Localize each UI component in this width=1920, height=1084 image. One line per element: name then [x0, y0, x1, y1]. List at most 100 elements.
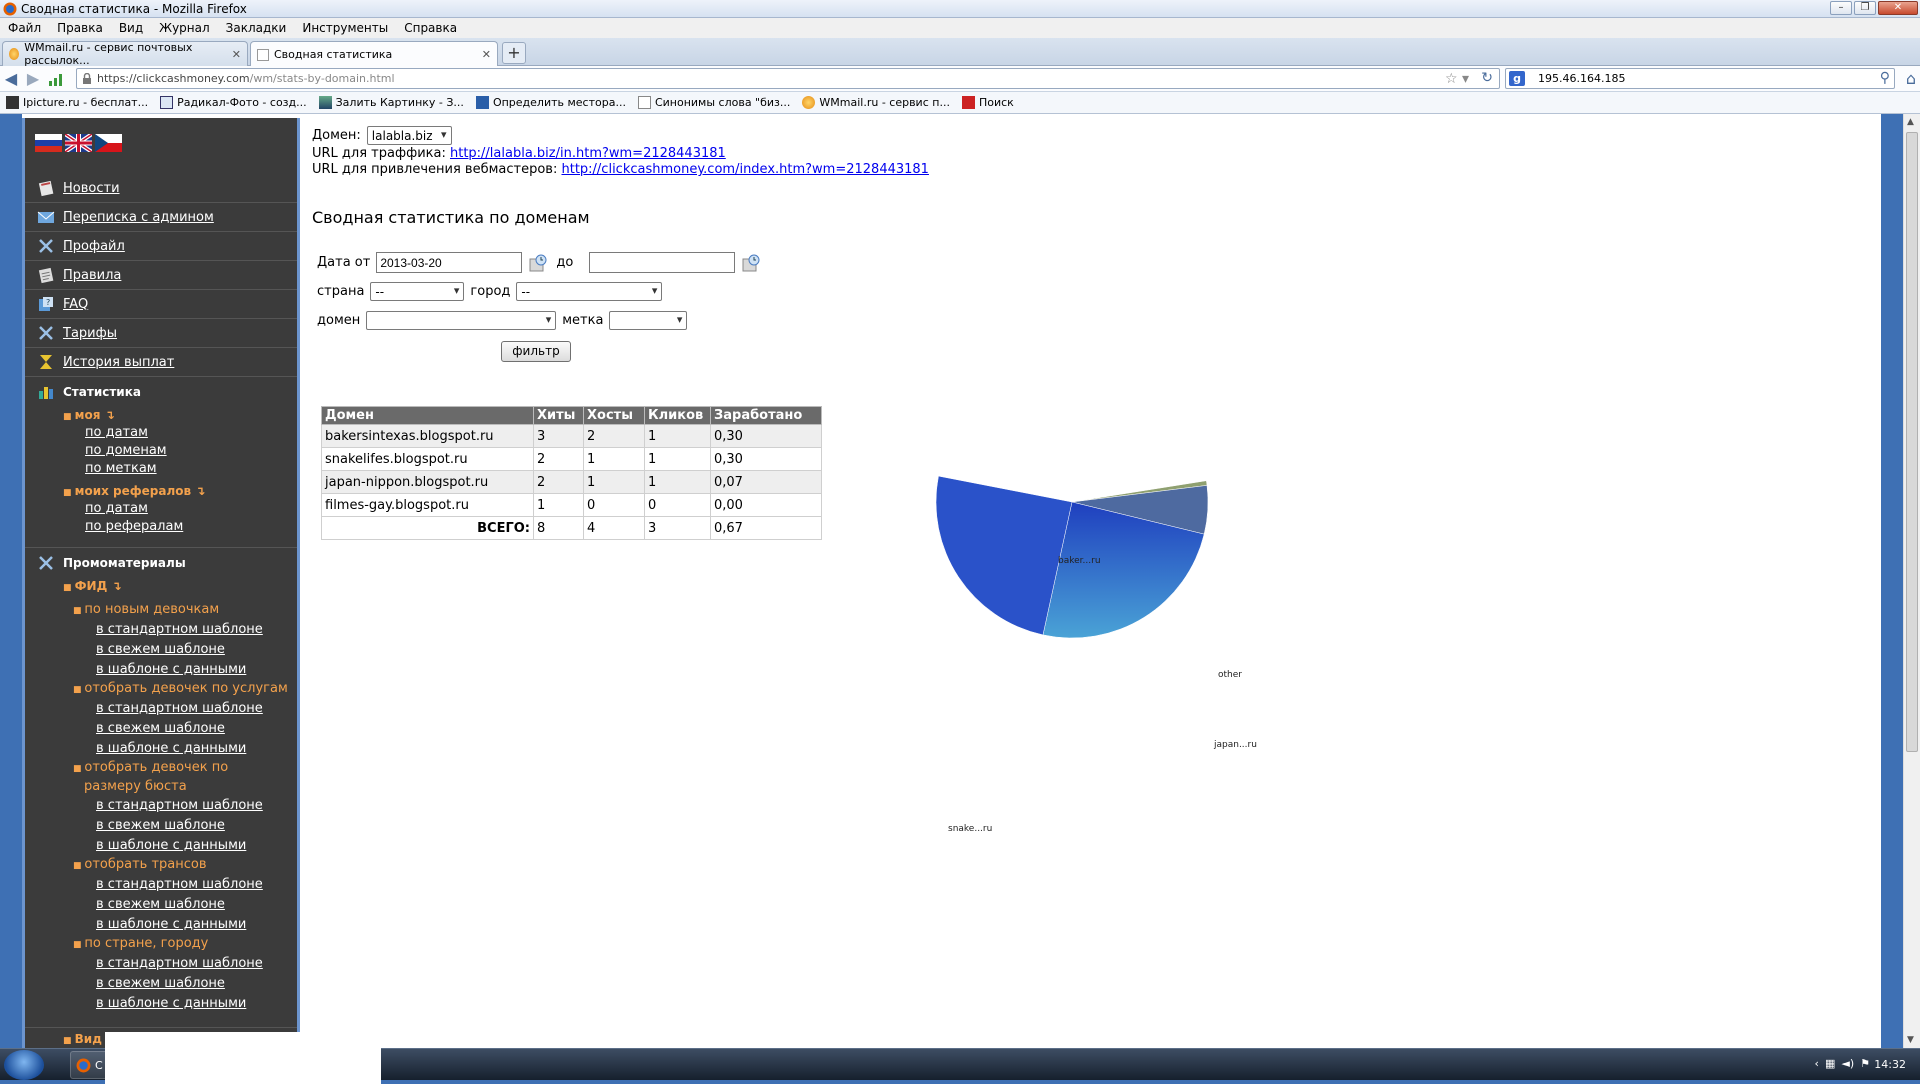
promo-group-title[interactable]: отобрать девочек по размеру бюста: [25, 759, 297, 796]
promo-link-text[interactable]: в стандартном шаблоне: [96, 956, 263, 971]
promo-link-text[interactable]: в стандартном шаблоне: [96, 701, 263, 716]
sidebar-item-profile[interactable]: Профайл: [25, 232, 297, 261]
sidebar-item-news[interactable]: Новости: [25, 174, 297, 203]
menu-history[interactable]: Журнал: [151, 21, 218, 35]
webmaster-url-link[interactable]: http://clickcashmoney.com/index.htm?wm=2…: [561, 162, 928, 177]
stats-refs-by-dates[interactable]: по датам: [25, 500, 297, 518]
tab-stats[interactable]: Сводная статистика ✕: [250, 41, 498, 67]
forward-arrow-icon[interactable]: ▶: [22, 69, 44, 88]
stats-my-header[interactable]: моя ↴: [25, 406, 297, 424]
sidebar-link-faq[interactable]: FAQ: [63, 297, 88, 312]
calendar-icon[interactable]: [528, 253, 548, 273]
uk-flag-icon[interactable]: [65, 134, 92, 152]
promo-group-title[interactable]: отобрать девочек по услугам: [25, 680, 297, 699]
menu-help[interactable]: Справка: [396, 21, 465, 35]
promo-link[interactable]: в шаблоне с данными: [25, 915, 297, 935]
promo-link-text[interactable]: в шаблоне с данными: [96, 996, 246, 1011]
google-icon[interactable]: g: [1509, 71, 1525, 86]
promo-link[interactable]: в шаблоне с данными: [25, 994, 297, 1014]
minimize-button[interactable]: –: [1830, 1, 1852, 15]
russian-flag-icon[interactable]: [35, 134, 62, 152]
search-icon[interactable]: ⚲: [1880, 70, 1890, 86]
promo-link[interactable]: в стандартном шаблоне: [25, 796, 297, 816]
tray-expand-icon[interactable]: ‹: [1815, 1057, 1819, 1070]
col-hosts[interactable]: Хосты: [583, 406, 645, 425]
stats-my-by-dates[interactable]: по датам: [25, 424, 297, 442]
czech-flag-icon[interactable]: [95, 134, 122, 152]
promo-feed-header[interactable]: ФИД ↴: [25, 577, 297, 597]
promo-link[interactable]: в свежем шаблоне: [25, 974, 297, 994]
url-bar[interactable]: https://clickcashmoney.com/wm/stats-by-d…: [76, 68, 1500, 89]
city-select[interactable]: --: [516, 282, 663, 301]
sidebar-item-rules[interactable]: Правила: [25, 261, 297, 290]
tray-volume-icon[interactable]: ◄): [1841, 1057, 1854, 1070]
sidebar-item-tariffs[interactable]: Тарифы: [25, 319, 297, 348]
promo-link[interactable]: в стандартном шаблоне: [25, 699, 297, 719]
bookmark-ip[interactable]: Определить местора...: [470, 96, 632, 109]
back-arrow-icon[interactable]: ◀: [0, 69, 22, 88]
stats-my-by-domains[interactable]: по доменам: [25, 442, 297, 460]
new-tab-button[interactable]: +: [502, 42, 526, 64]
col-clicks[interactable]: Кликов: [644, 406, 711, 425]
promo-link-text[interactable]: в шаблоне с данными: [96, 917, 246, 932]
start-button[interactable]: [4, 1050, 44, 1080]
promo-link[interactable]: в свежем шаблоне: [25, 816, 297, 836]
stats-link[interactable]: по датам: [85, 501, 148, 516]
promo-link-text[interactable]: в шаблоне с данными: [96, 838, 246, 853]
promo-group-title[interactable]: отобрать трансов: [25, 856, 297, 875]
sidebar-item-faq[interactable]: ? FAQ: [25, 290, 297, 319]
domain-select[interactable]: lalabla.biz: [366, 126, 452, 145]
stats-link[interactable]: по датам: [85, 425, 148, 440]
sidebar-item-payouts[interactable]: История выплат: [25, 348, 297, 377]
promo-link[interactable]: в шаблоне с данными: [25, 836, 297, 856]
date-from-input[interactable]: [376, 252, 523, 273]
stats-link[interactable]: по меткам: [85, 461, 157, 476]
stats-link[interactable]: по доменам: [85, 443, 167, 458]
bookmark-ipicture[interactable]: Ipicture.ru - бесплат...: [0, 96, 154, 109]
promo-link[interactable]: в стандартном шаблоне: [25, 620, 297, 640]
bookmark-search[interactable]: Поиск: [956, 96, 1020, 109]
vertical-scrollbar[interactable]: ▲ ▼: [1903, 114, 1920, 1048]
tray-flag-icon[interactable]: ⚑: [1860, 1057, 1870, 1070]
promo-group-title[interactable]: по стране, городу: [25, 935, 297, 954]
tab-close-icon[interactable]: ✕: [482, 48, 491, 61]
promo-link-text[interactable]: в шаблоне с данными: [96, 741, 246, 756]
menu-edit[interactable]: Правка: [49, 21, 111, 35]
col-earned[interactable]: Заработано: [710, 406, 822, 425]
stats-refs-by-referrals[interactable]: по рефералам: [25, 518, 297, 536]
promo-link-text[interactable]: в свежем шаблоне: [96, 721, 225, 736]
promo-link[interactable]: в шаблоне с данными: [25, 739, 297, 759]
promo-link-text[interactable]: в свежем шаблоне: [96, 897, 225, 912]
promo-group-title[interactable]: по новым девочкам: [25, 601, 297, 620]
promo-link[interactable]: в свежем шаблоне: [25, 719, 297, 739]
search-box[interactable]: g 195.46.164.185 ⚲: [1505, 68, 1895, 89]
promo-link[interactable]: в шаблоне с данными: [25, 660, 297, 680]
col-hits[interactable]: Хиты: [533, 406, 584, 425]
sidebar-link-messages[interactable]: Переписка с админом: [63, 210, 214, 225]
menu-bookmarks[interactable]: Закладки: [218, 21, 295, 35]
col-domain[interactable]: Домен: [321, 406, 534, 425]
stats-link[interactable]: по рефералам: [85, 519, 183, 534]
bookmark-synonyms[interactable]: Синонимы слова "биз...: [632, 96, 796, 109]
tab-wmmail[interactable]: WMmail.ru - сервис почтовых рассылок... …: [2, 41, 248, 67]
bookmark-wmmail[interactable]: WMmail.ru - сервис п...: [796, 96, 956, 109]
traffic-url-link[interactable]: http://lalabla.biz/in.htm?wm=2128443181: [450, 146, 726, 161]
scrollbar-thumb[interactable]: [1906, 132, 1918, 752]
promo-link-text[interactable]: в шаблоне с данными: [96, 662, 246, 677]
filter-button[interactable]: фильтр: [501, 341, 571, 362]
promo-link[interactable]: в свежем шаблоне: [25, 640, 297, 660]
sidebar-link-tariffs[interactable]: Тарифы: [63, 326, 117, 341]
promo-link[interactable]: в стандартном шаблоне: [25, 954, 297, 974]
sidebar-link-profile[interactable]: Профайл: [63, 239, 125, 254]
tab-close-icon[interactable]: ✕: [232, 48, 241, 61]
promo-link-text[interactable]: в свежем шаблоне: [96, 642, 225, 657]
sidebar-link-rules[interactable]: Правила: [63, 268, 121, 283]
promo-link[interactable]: в свежем шаблоне: [25, 895, 297, 915]
domain-filter-select[interactable]: [366, 311, 557, 330]
calendar-icon[interactable]: [741, 253, 761, 273]
taskbar-firefox-button[interactable]: С: [70, 1032, 381, 1084]
promo-link-text[interactable]: в стандартном шаблоне: [96, 877, 263, 892]
menu-file[interactable]: Файл: [0, 21, 49, 35]
menu-view[interactable]: Вид: [111, 21, 151, 35]
promo-link-text[interactable]: в свежем шаблоне: [96, 976, 225, 991]
